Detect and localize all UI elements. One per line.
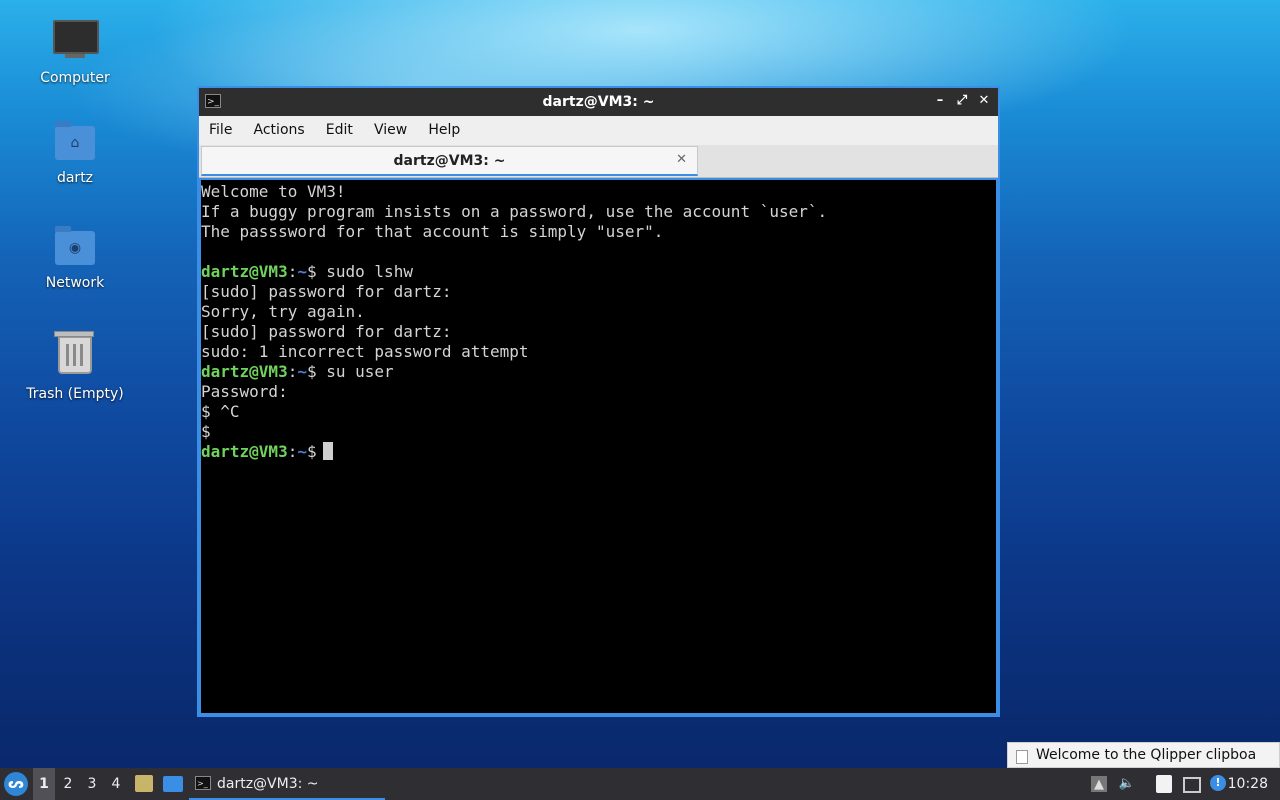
tab-close-icon[interactable]: ✕ [676, 152, 687, 167]
terminal-line: $ ^C [201, 402, 240, 421]
file-manager-icon[interactable] [135, 775, 153, 792]
menu-actions[interactable]: Actions [246, 116, 313, 145]
prompt-path: ~ [297, 442, 307, 461]
maximize-button[interactable]: ⤢ [954, 93, 970, 109]
terminal-line: Password: [201, 382, 288, 401]
trash-icon [53, 331, 97, 380]
terminal-line: $ [201, 422, 211, 441]
desktop-icon-label: Computer [40, 70, 110, 86]
home-folder-icon: ⌂ [53, 120, 97, 164]
workspace-1[interactable]: 1 [33, 768, 55, 800]
minimize-button[interactable]: – [932, 93, 948, 109]
taskbar-task-terminal[interactable]: >_ dartz@VM3: ~ [189, 768, 385, 800]
network-tray-icon[interactable] [1183, 777, 1201, 793]
menu-edit[interactable]: Edit [318, 116, 361, 145]
terminal-line: [sudo] password for dartz: [201, 322, 452, 341]
clipboard-tray-icon[interactable] [1156, 775, 1172, 793]
clipboard-icon [1016, 750, 1028, 764]
terminal-window: >_ dartz@VM3: ~ – ⤢ ✕ File Actions Edit … [197, 86, 1000, 717]
prompt-user: dartz@VM3 [201, 362, 288, 381]
tab-terminal[interactable]: dartz@VM3: ~ ✕ [201, 146, 698, 176]
taskbar: ᔕ 1 2 3 4 >_ dartz@VM3: ~ ▲ 🔈 ! 10:28 [0, 768, 1280, 800]
menu-file[interactable]: File [201, 116, 240, 145]
menu-bar: File Actions Edit View Help [199, 116, 998, 145]
start-menu-icon[interactable]: ᔕ [4, 772, 28, 796]
terminal-output[interactable]: Welcome to VM3! If a buggy program insist… [201, 180, 996, 713]
menu-view[interactable]: View [366, 116, 415, 145]
clock[interactable]: 10:28 [1228, 768, 1268, 800]
terminal-prompt-line: dartz@VM3:~$ sudo lshw [201, 262, 413, 281]
desktop-icon-computer[interactable]: Computer [20, 14, 130, 86]
prompt-user: dartz@VM3 [201, 262, 288, 281]
desktop-icon-home[interactable]: ⌂ dartz [20, 120, 130, 186]
prompt-user: dartz@VM3 [201, 442, 288, 461]
terminal-task-icon: >_ [195, 776, 211, 790]
menu-help[interactable]: Help [420, 116, 468, 145]
update-notifier-icon[interactable]: ! [1210, 775, 1226, 791]
clipboard-notification[interactable]: Welcome to the Qlipper clipboa [1007, 742, 1280, 768]
terminal-cursor [322, 442, 333, 460]
workspace-4[interactable]: 4 [105, 768, 127, 800]
volume-icon[interactable]: 🔈 [1118, 775, 1136, 793]
close-button[interactable]: ✕ [976, 93, 992, 109]
workspace-2[interactable]: 2 [57, 768, 79, 800]
prompt-command: su user [316, 362, 394, 381]
desktop-icon-label: Network [45, 275, 105, 291]
task-label: dartz@VM3: ~ [217, 776, 319, 792]
terminal-line: The passsword for that account is simply… [201, 222, 664, 241]
desktop-icon-trash[interactable]: Trash (Empty) [20, 330, 130, 402]
terminal-line: Sorry, try again. [201, 302, 365, 321]
window-title: dartz@VM3: ~ [542, 94, 655, 110]
terminal-line: [sudo] password for dartz: [201, 282, 452, 301]
tab-bar: dartz@VM3: ~ ✕ [199, 145, 998, 178]
prompt-path: ~ [297, 262, 307, 281]
prompt-path: ~ [297, 362, 307, 381]
terminal-line: If a buggy program insists on a password… [201, 202, 828, 221]
show-desktop-icon[interactable] [163, 776, 183, 792]
terminal-line: Welcome to VM3! [201, 182, 346, 201]
desktop-icon-label: dartz [56, 170, 94, 186]
window-titlebar[interactable]: >_ dartz@VM3: ~ – ⤢ ✕ [199, 88, 998, 116]
workspace-3[interactable]: 3 [81, 768, 103, 800]
network-folder-icon: ◉ [53, 225, 97, 269]
desktop-icon-label: Trash (Empty) [26, 386, 124, 402]
terminal-prompt-line: dartz@VM3:~$ [201, 442, 996, 462]
terminal-prompt-line: dartz@VM3:~$ su user [201, 362, 394, 381]
computer-icon [53, 20, 99, 64]
tab-label: dartz@VM3: ~ [393, 153, 506, 169]
notification-text: Welcome to the Qlipper clipboa [1036, 747, 1257, 763]
tray-arrow-icon[interactable]: ▲ [1091, 776, 1107, 792]
desktop-icon-network[interactable]: ◉ Network [20, 225, 130, 291]
terminal-text: Welcome to VM3! If a buggy program insist… [201, 182, 996, 462]
terminal-line: sudo: 1 incorrect password attempt [201, 342, 529, 361]
prompt-command: sudo lshw [316, 262, 413, 281]
